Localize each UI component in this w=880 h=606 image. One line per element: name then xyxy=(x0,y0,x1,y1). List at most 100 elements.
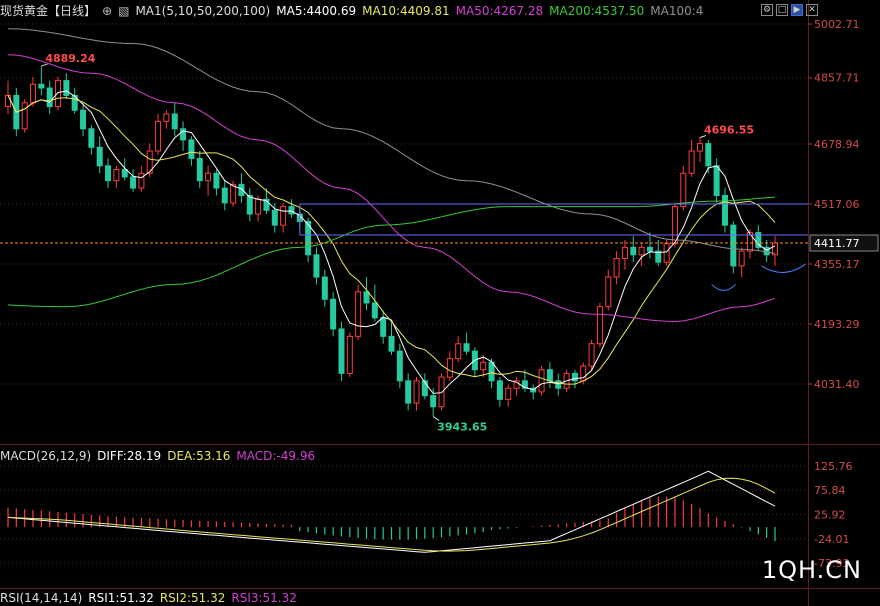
candle-body xyxy=(413,380,420,404)
candle-body xyxy=(271,209,278,226)
current-price-label: 4411.77 xyxy=(814,237,860,250)
rsi-params[interactable]: RSI(14,14,14) xyxy=(0,591,82,605)
candle-body xyxy=(621,246,628,260)
price-tick-label: 4355.17 xyxy=(814,258,860,271)
settings-icon[interactable]: ⚙ xyxy=(761,4,773,16)
candle-body xyxy=(721,194,728,226)
candle-body xyxy=(21,102,28,130)
candle-body xyxy=(605,276,612,308)
period-label[interactable]: 【日线】 xyxy=(48,4,96,18)
price-tick-label: 4193.29 xyxy=(814,318,860,331)
candle-body xyxy=(713,165,720,196)
candle-body xyxy=(730,224,737,267)
candle-body xyxy=(355,291,362,337)
rsi3-value: RSI3:51.32 xyxy=(231,591,297,605)
symbol-label[interactable]: 现货黄金 xyxy=(0,4,48,18)
chart-canvas[interactable]: 5002.714857.714678.944517.064355.174193.… xyxy=(0,0,880,606)
price-annotation: 4889.24 xyxy=(45,52,95,65)
candle-body xyxy=(438,376,445,408)
candle-body xyxy=(388,335,395,352)
candle-body xyxy=(680,172,687,208)
candle-body xyxy=(321,276,328,300)
price-tick-label: 4517.06 xyxy=(814,198,860,211)
candle-body xyxy=(255,198,262,215)
macd-diff: DIFF:28.19 xyxy=(97,449,162,463)
candle-body xyxy=(546,369,553,382)
candle-body xyxy=(30,83,37,104)
ma100-line xyxy=(7,28,776,254)
macd-tick-label: 125.76 xyxy=(814,460,853,473)
candle-body xyxy=(396,350,403,382)
candle-body xyxy=(696,143,703,152)
candle-body xyxy=(663,243,670,263)
candle-body xyxy=(155,120,162,152)
toolbar-icons: ⚙ □ ▶ ✕ xyxy=(761,4,818,18)
candle-body xyxy=(538,369,545,393)
candle-body xyxy=(138,172,145,189)
candle-body xyxy=(363,291,370,304)
candle-body xyxy=(463,343,470,352)
ma200-value: MA200:4537.50 xyxy=(549,4,645,18)
ma50-line xyxy=(7,54,776,323)
candle-body xyxy=(688,150,695,174)
price-annotation: 3943.65 xyxy=(437,421,487,434)
candle-body xyxy=(580,365,587,382)
candle-body xyxy=(205,172,212,182)
ma10-value: MA10:4409.81 xyxy=(362,4,450,18)
candle-body xyxy=(571,372,578,382)
ma100-value: MA100:4 xyxy=(650,4,704,18)
candle-body xyxy=(230,183,237,204)
candle-body xyxy=(455,343,462,360)
candle-body xyxy=(705,143,712,167)
target-icon[interactable]: ⊕ xyxy=(102,4,112,18)
watermark: 1QH.CN xyxy=(761,556,862,584)
rsi2-value: RSI2:51.32 xyxy=(159,591,226,605)
dea-line xyxy=(7,477,776,552)
play-icon[interactable]: ▶ xyxy=(791,4,803,16)
macd-tick-label: 75.84 xyxy=(814,484,846,497)
candle-body xyxy=(88,128,95,148)
candle-body xyxy=(630,246,637,256)
price-tick-label: 4031.40 xyxy=(814,378,860,391)
candle-body xyxy=(221,187,228,204)
candle-body xyxy=(5,94,11,108)
candle-body xyxy=(130,176,137,189)
macd-tick-label: 25.92 xyxy=(814,508,846,521)
candle-body xyxy=(171,113,178,130)
candle-body xyxy=(488,361,495,382)
candle-body xyxy=(96,146,103,167)
candle-body xyxy=(121,169,128,178)
blue-arc xyxy=(711,284,736,291)
candle-body xyxy=(496,380,503,400)
candle-body xyxy=(446,358,453,378)
candle-body xyxy=(180,128,187,141)
candle-body xyxy=(38,83,45,89)
candle-body xyxy=(430,395,437,408)
candle-body xyxy=(638,246,645,256)
candle-body xyxy=(163,113,170,122)
ma50-value: MA50:4267.28 xyxy=(455,4,544,18)
macd-params[interactable]: MACD(26,12,9) xyxy=(0,449,91,463)
ma-icon[interactable]: ▧ xyxy=(118,4,129,18)
box-icon[interactable]: □ xyxy=(776,4,788,16)
candle-body xyxy=(288,206,295,215)
ma-params[interactable]: MA1(5,10,50,200,100) xyxy=(135,4,270,18)
macd-value: MACD:-49.96 xyxy=(236,449,316,463)
candle-body xyxy=(280,206,287,226)
close-icon[interactable]: ✕ xyxy=(806,4,818,16)
candle-body xyxy=(738,250,745,267)
candle-body xyxy=(405,380,412,404)
candle-body xyxy=(480,361,487,371)
candle-body xyxy=(588,343,595,367)
candle-body xyxy=(105,165,112,182)
candle-body xyxy=(213,172,220,189)
diff-line xyxy=(7,470,776,553)
candle-body xyxy=(338,328,345,374)
candle-body xyxy=(613,258,620,278)
candle-body xyxy=(380,317,387,337)
macd-tick-label: -24.01 xyxy=(814,533,849,546)
candle-body xyxy=(555,380,562,389)
ma5-value: MA5:4400.69 xyxy=(276,4,357,18)
candle-body xyxy=(46,87,53,108)
candle-body xyxy=(346,335,353,374)
